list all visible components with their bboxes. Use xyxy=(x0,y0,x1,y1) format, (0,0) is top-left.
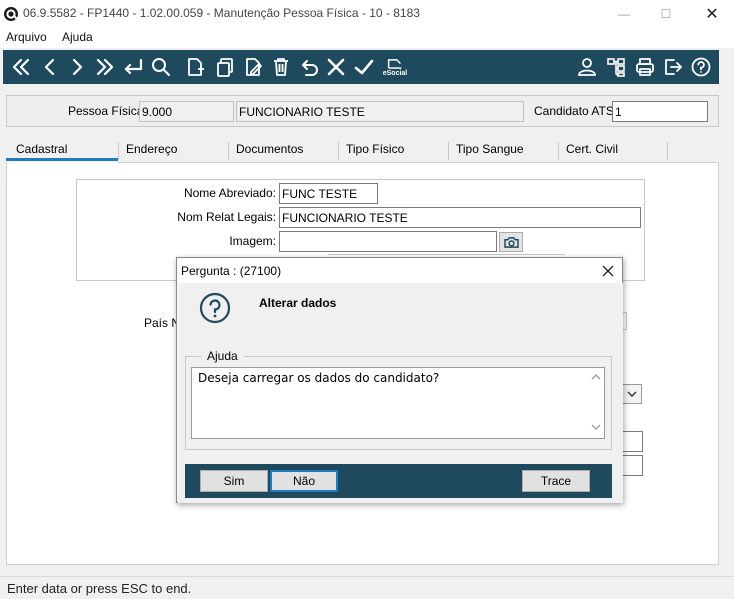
camera-button[interactable] xyxy=(499,232,523,252)
go-to-icon[interactable] xyxy=(121,55,145,79)
edit-record-icon[interactable] xyxy=(241,55,265,79)
status-bar: Enter data or press ESC to end. xyxy=(0,576,734,599)
menu-arquivo[interactable]: Arquivo xyxy=(6,30,47,44)
dialog-title: Pergunta : (27100) xyxy=(181,264,282,278)
previous-record-icon[interactable] xyxy=(38,55,62,79)
help-message: Deseja carregar os dados do candidato? xyxy=(198,371,440,385)
toolbar: eSocial xyxy=(3,50,719,84)
nao-button[interactable]: Não xyxy=(270,470,338,492)
nom-relat-legais-field[interactable]: FUNCIONARIO TESTE xyxy=(279,207,641,228)
textarea-scrollbar[interactable] xyxy=(587,368,604,438)
undo-icon[interactable] xyxy=(297,55,321,79)
search-icon[interactable] xyxy=(149,55,173,79)
camera-icon xyxy=(503,236,519,248)
pessoa-fisica-label: Pessoa Física: xyxy=(68,104,147,118)
app-logo-icon xyxy=(4,7,18,21)
close-window-button[interactable]: ✕ xyxy=(698,4,726,24)
candidato-ats-field[interactable]: 1 xyxy=(612,101,708,122)
delete-record-icon[interactable] xyxy=(269,55,293,79)
exit-icon[interactable] xyxy=(661,55,685,79)
candidato-ats-label: Candidato ATS: xyxy=(534,104,618,118)
sim-button[interactable]: Sim xyxy=(200,470,268,492)
nome-abreviado-label: Nome Abreviado: xyxy=(183,186,276,200)
imagem-label: Imagem: xyxy=(229,234,276,248)
esocial-label: eSocial xyxy=(382,69,408,77)
question-icon xyxy=(199,292,231,324)
chevron-down-icon xyxy=(627,391,637,397)
tab-endereco[interactable]: Endereço xyxy=(116,142,177,162)
scroll-down-icon xyxy=(591,424,601,430)
minimize-button[interactable]: — xyxy=(610,4,638,24)
imagem-field[interactable] xyxy=(279,231,497,252)
close-icon xyxy=(602,265,614,277)
first-record-icon[interactable] xyxy=(9,55,33,79)
background-field-edge[interactable] xyxy=(622,455,643,476)
confirm-icon[interactable] xyxy=(352,55,376,79)
print-icon[interactable] xyxy=(633,55,657,79)
tab-tipo-sangue[interactable]: Tipo Sangue xyxy=(446,142,524,162)
copy-record-icon[interactable] xyxy=(213,55,237,79)
dropdown-button[interactable] xyxy=(622,384,642,404)
cancel-icon[interactable] xyxy=(324,55,348,79)
question-dialog: Pergunta : (27100) Alterar dados Ajuda D… xyxy=(176,257,623,503)
tab-underline xyxy=(118,162,719,163)
nome-abreviado-field[interactable]: FUNC TESTE xyxy=(279,183,378,204)
new-record-icon[interactable] xyxy=(183,55,207,79)
nom-relat-legais-label: Nom Relat Legais: xyxy=(177,210,276,224)
dialog-heading: Alterar dados xyxy=(259,296,337,310)
menu-bar: Arquivo Ajuda xyxy=(0,28,734,48)
pessoa-fisica-name-field[interactable]: FUNCIONARIO TESTE xyxy=(236,101,524,122)
title-bar: 06.9.5582 - FP1440 - 1.02.00.059 - Manut… xyxy=(0,0,734,28)
tab-tipo-fisico[interactable]: Tipo Físico xyxy=(336,142,404,162)
status-text: Enter data or press ESC to end. xyxy=(7,581,192,596)
pessoa-fisica-code-field[interactable]: 9.000 xyxy=(139,101,234,122)
next-record-icon[interactable] xyxy=(65,55,89,79)
maximize-button[interactable]: ☐ xyxy=(652,4,680,24)
background-field-edge[interactable] xyxy=(622,431,643,452)
dialog-body: Alterar dados Ajuda Deseja carregar os d… xyxy=(178,283,623,503)
user-icon[interactable] xyxy=(575,55,599,79)
tab-cert-civil[interactable]: Cert. Civil xyxy=(556,142,618,162)
scroll-up-icon xyxy=(591,374,601,380)
window-title: 06.9.5582 - FP1440 - 1.02.00.059 - Manut… xyxy=(23,6,420,20)
trace-button[interactable]: Trace xyxy=(522,470,590,492)
active-tab-indicator xyxy=(6,158,118,161)
tab-documentos[interactable]: Documentos xyxy=(226,142,303,162)
menu-ajuda[interactable]: Ajuda xyxy=(62,30,93,44)
last-record-icon[interactable] xyxy=(93,55,117,79)
esocial-icon[interactable]: eSocial xyxy=(380,55,410,79)
help-message-textarea[interactable]: Deseja carregar os dados do candidato? xyxy=(191,367,605,439)
tab-separator xyxy=(667,142,668,160)
dialog-close-button[interactable] xyxy=(597,261,619,281)
tree-icon[interactable] xyxy=(604,55,628,79)
help-icon[interactable] xyxy=(689,55,713,79)
help-group-label: Ajuda xyxy=(201,349,244,363)
